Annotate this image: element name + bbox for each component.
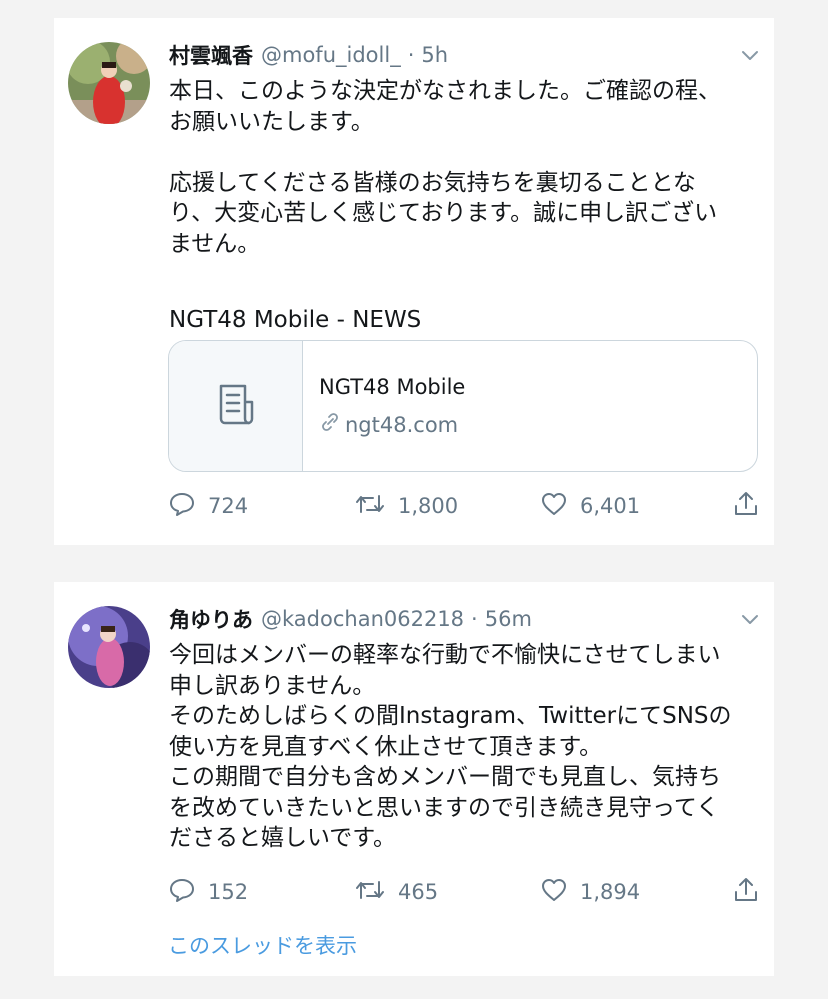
link-icon	[319, 411, 341, 438]
link-title: NGT48 Mobile	[319, 375, 466, 399]
chevron-down-icon[interactable]	[740, 46, 760, 66]
tweet-line: り、大変心苦しく感じております。誠に申し訳ござい	[169, 200, 718, 226]
retweet-count: 465	[398, 880, 439, 904]
retweet-icon	[354, 490, 386, 523]
tweet-line: を改めていきたいと思いますので引き続き見守ってく	[169, 794, 720, 821]
timestamp[interactable]: 5h	[421, 43, 448, 67]
tweet-line: お願いいたします。	[169, 108, 374, 135]
like-count: 1,894	[580, 880, 641, 904]
tweet-text: 今回はメンバーの軽率な行動で不愉快にさせてしまい 申し訳ありません。 そのためし…	[169, 640, 760, 854]
tweet-line: 応援してくださる皆様のお気持ちを裏切ることとな	[169, 169, 696, 196]
retweet-icon	[354, 876, 386, 909]
tweet-header: 村雲颯香 @mofu_idoll_ · 5h	[169, 38, 760, 72]
like-icon	[540, 490, 568, 523]
reply-count: 724	[208, 494, 249, 518]
link-thumbnail	[169, 341, 303, 471]
retweet-count: 1,800	[398, 494, 459, 518]
retweet-button[interactable]: 465	[354, 876, 540, 909]
tweet-line: 申し訳ありません。	[169, 672, 376, 699]
separator: ·	[407, 43, 415, 67]
timestamp[interactable]: 56m	[485, 607, 532, 631]
tweet-line: 今回はメンバーの軽率な行動で不愉快にさせてしまい	[169, 642, 721, 668]
like-icon	[540, 876, 568, 909]
separator: ·	[471, 607, 478, 631]
user-name[interactable]: 角ゆりあ	[169, 604, 253, 634]
avatar[interactable]	[68, 606, 150, 688]
tweet-actions: 724 1,800 6,401	[168, 486, 760, 526]
reply-button[interactable]: 152	[168, 876, 354, 909]
share-button[interactable]	[732, 490, 760, 523]
like-count: 6,401	[580, 494, 641, 518]
share-icon	[732, 876, 760, 909]
retweet-button[interactable]: 1,800	[354, 490, 540, 523]
tweet-text: 本日、このような決定がなされました。ご確認の程、 お願いいたします。 応援してく…	[169, 76, 760, 335]
document-icon	[214, 382, 258, 430]
chevron-down-icon[interactable]	[740, 610, 760, 630]
tweet-card[interactable]: 村雲颯香 @mofu_idoll_ · 5h 本日、このような決定がなされました…	[54, 18, 774, 545]
tweet-line: NGT48 Mobile - NEWS	[169, 306, 422, 333]
like-button[interactable]: 6,401	[540, 490, 726, 523]
tweet-line: 使い方を見直すべく休止させて頂きます。	[169, 733, 603, 760]
tweet-actions: 152 465 1,894	[168, 872, 760, 912]
tweet-line: ません。	[169, 230, 261, 257]
user-handle[interactable]: @kadochan062218	[261, 607, 464, 631]
reply-icon	[168, 490, 196, 523]
like-button[interactable]: 1,894	[540, 876, 726, 909]
reply-icon	[168, 876, 196, 909]
reply-button[interactable]: 724	[168, 490, 354, 523]
tweet-line: そのためしばらくの間Instagram、TwitterにてSNSの	[169, 703, 732, 729]
show-thread-link[interactable]: このスレッドを表示	[168, 930, 357, 960]
link-domain: ngt48.com	[345, 412, 459, 437]
link-domain-row: ngt48.com	[319, 411, 458, 438]
reply-count: 152	[208, 880, 249, 904]
tweet-line: この期間で自分も含めメンバー間でも見直し、気持ち	[169, 764, 721, 790]
share-icon	[732, 490, 760, 523]
avatar[interactable]	[68, 42, 150, 124]
share-button[interactable]	[732, 876, 760, 909]
tweet-line: 本日、このような決定がなされました。ご確認の程、	[169, 78, 721, 104]
user-handle[interactable]: @mofu_idoll_	[261, 43, 401, 67]
tweet-card[interactable]: 角ゆりあ @kadochan062218 · 56m 今回はメンバーの軽率な行動…	[54, 582, 774, 976]
user-name[interactable]: 村雲颯香	[169, 40, 253, 70]
tweet-header: 角ゆりあ @kadochan062218 · 56m	[169, 602, 760, 636]
link-preview-card[interactable]: NGT48 Mobile ngt48.com	[168, 340, 758, 472]
tweet-line: ださると嬉しいです。	[169, 825, 397, 851]
